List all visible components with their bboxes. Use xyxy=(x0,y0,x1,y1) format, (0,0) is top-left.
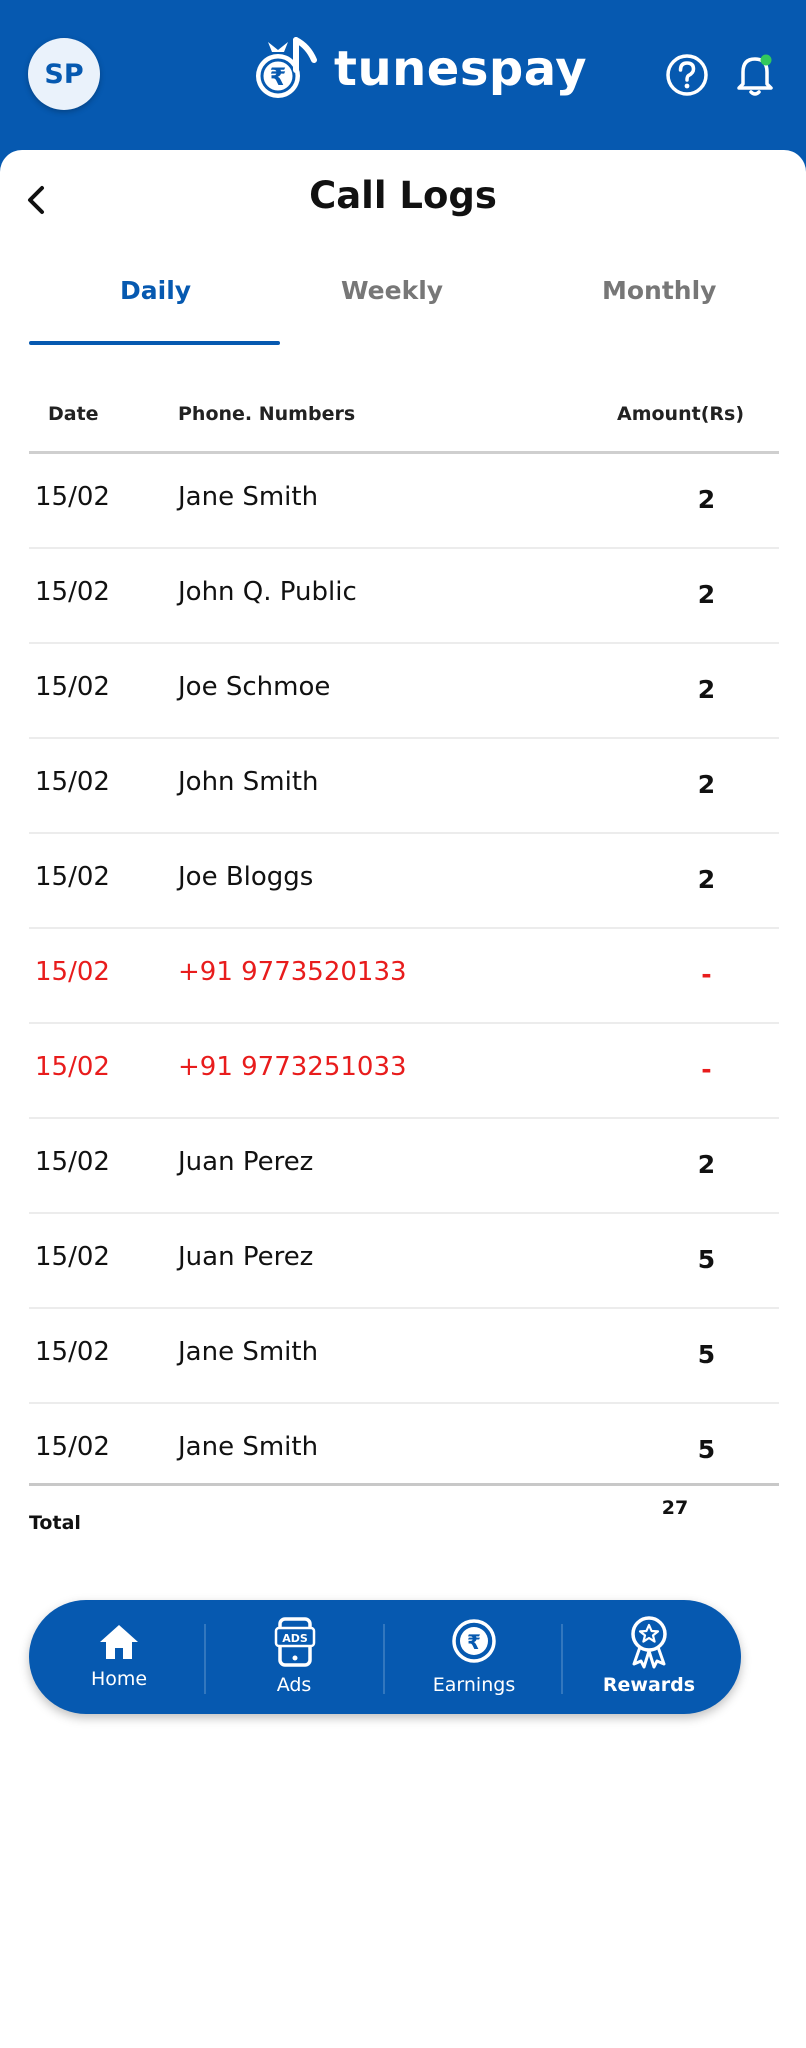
column-header-date: Date xyxy=(48,403,99,425)
nav-label-rewards: Rewards xyxy=(602,1674,696,1696)
total-divider xyxy=(29,1483,779,1486)
row-date: 15/02 xyxy=(35,862,110,892)
row-date: 15/02 xyxy=(35,577,110,607)
row-contact: +91 9773251033 xyxy=(178,1052,407,1082)
row-date: 15/02 xyxy=(35,767,110,797)
row-amount: 2 xyxy=(697,1150,716,1179)
row-date: 15/02 xyxy=(35,1432,110,1462)
nav-separator xyxy=(383,1624,385,1694)
nav-home[interactable]: Home xyxy=(39,1600,199,1714)
row-date: 15/02 xyxy=(35,1147,110,1177)
table-row[interactable]: 15/02 John Smith 2 xyxy=(29,739,779,834)
nav-ads[interactable]: ADS Ads xyxy=(209,1600,379,1714)
table-row[interactable]: 15/02 Jane Smith 2 xyxy=(29,454,779,549)
row-contact: Jane Smith xyxy=(178,482,319,512)
page-title: Call Logs xyxy=(309,174,497,217)
brand-name: tunespay xyxy=(334,41,587,97)
svg-text:₹: ₹ xyxy=(467,1630,481,1654)
rupee-coin-icon: ₹ xyxy=(452,1619,496,1663)
tab-daily[interactable]: Daily xyxy=(120,276,191,305)
table-row[interactable]: 15/02 John Q. Public 2 xyxy=(29,549,779,644)
row-date: 15/02 xyxy=(35,1337,110,1367)
row-contact: Juan Perez xyxy=(178,1242,314,1272)
row-amount: 2 xyxy=(697,865,716,894)
bell-icon[interactable] xyxy=(733,50,779,98)
nav-label-earnings: Earnings xyxy=(432,1674,516,1696)
row-contact: Joe Bloggs xyxy=(178,862,314,892)
ads-icon: ADS xyxy=(274,1617,316,1667)
row-date: 15/02 xyxy=(35,482,110,512)
row-date: 15/02 xyxy=(35,672,110,702)
row-amount: 2 xyxy=(697,770,716,799)
avatar[interactable]: SP xyxy=(28,38,100,110)
nav-rewards[interactable]: Rewards xyxy=(569,1600,729,1714)
row-date: 15/02 xyxy=(35,957,110,987)
tab-monthly[interactable]: Monthly xyxy=(602,276,716,305)
brand-logo: ₹ tunespay xyxy=(252,34,587,104)
column-header-phone: Phone. Numbers xyxy=(178,403,356,425)
row-amount: 5 xyxy=(697,1340,716,1369)
row-contact: Juan Perez xyxy=(178,1147,314,1177)
column-header-amount: Amount(Rs) xyxy=(617,403,744,425)
row-contact: +91 9773520133 xyxy=(178,957,407,987)
table-row[interactable]: 15/02 Juan Perez 2 xyxy=(29,1119,779,1214)
row-amount: 2 xyxy=(697,485,716,514)
row-date: 15/02 xyxy=(35,1242,110,1272)
svg-text:₹: ₹ xyxy=(270,63,287,91)
row-contact: John Q. Public xyxy=(178,577,357,607)
table-row[interactable]: 15/02 Joe Schmoe 2 xyxy=(29,644,779,739)
row-amount: 5 xyxy=(697,1245,716,1274)
help-icon[interactable] xyxy=(664,52,710,98)
row-amount: - xyxy=(701,960,712,989)
total-amount: 27 xyxy=(661,1497,689,1519)
row-contact: Joe Schmoe xyxy=(178,672,331,702)
nav-earnings[interactable]: ₹ Earnings xyxy=(389,1600,559,1714)
table-row[interactable]: 15/02 +91 9773251033 - xyxy=(29,1024,779,1119)
row-contact: Jane Smith xyxy=(178,1432,319,1462)
table-row[interactable]: 15/02 +91 9773520133 - xyxy=(29,929,779,1024)
svg-text:ADS: ADS xyxy=(282,1632,308,1645)
total-label: Total xyxy=(29,1512,81,1534)
nav-separator xyxy=(204,1624,206,1694)
tunespay-logo-icon: ₹ xyxy=(256,37,317,98)
notification-dot xyxy=(760,54,772,66)
table-row[interactable]: 15/02 Jane Smith 5 xyxy=(29,1309,779,1404)
row-amount: 2 xyxy=(697,675,716,704)
nav-label-ads: Ads xyxy=(276,1674,312,1696)
row-contact: Jane Smith xyxy=(178,1337,319,1367)
row-amount: 5 xyxy=(697,1435,716,1464)
rewards-medal-icon xyxy=(631,1616,667,1669)
nav-separator xyxy=(561,1624,563,1694)
nav-label-home: Home xyxy=(90,1668,148,1690)
row-date: 15/02 xyxy=(35,1052,110,1082)
row-amount: 2 xyxy=(697,580,716,609)
call-log-table: 15/02 Jane Smith 2 15/02 John Q. Public 2 15… xyxy=(29,454,779,1497)
row-amount: - xyxy=(701,1055,712,1084)
tab-weekly[interactable]: Weekly xyxy=(341,276,443,305)
bottom-navigation: Home ADS Ads ₹ Earnings Rewards xyxy=(29,1600,741,1714)
row-contact: John Smith xyxy=(178,767,319,797)
home-icon xyxy=(100,1625,138,1659)
table-row[interactable]: 15/02 Juan Perez 5 xyxy=(29,1214,779,1309)
active-tab-indicator xyxy=(29,341,280,345)
table-row[interactable]: 15/02 Joe Bloggs 2 xyxy=(29,834,779,929)
